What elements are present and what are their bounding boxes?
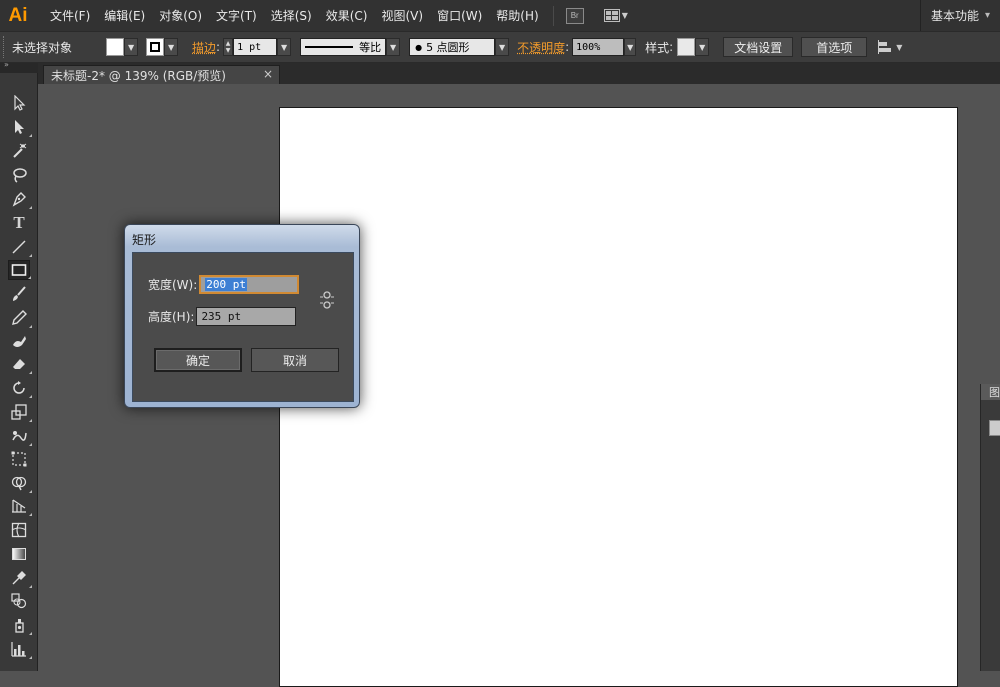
chevron-down-icon: ▼ [621,11,628,20]
blend-tool-icon[interactable] [8,591,30,611]
stroke-profile-value: 等比 [359,41,382,54]
brush-select[interactable]: ● 5 点圆形 [409,38,496,56]
mesh-tool-icon[interactable] [8,520,30,540]
warp-tool-icon[interactable] [8,426,32,446]
menu-file[interactable]: 文件(F) [50,7,90,24]
stroke-swatch[interactable] [146,38,165,56]
scale-tool-icon[interactable] [8,402,32,422]
paintbrush-tool-icon[interactable] [8,284,30,304]
chevron-down-icon: ▼ [896,42,903,52]
stroke-line-preview [305,46,354,48]
style-colon: : [669,40,674,54]
free-transform-tool-icon[interactable] [8,449,30,469]
constrain-proportions-link-icon[interactable] [319,291,335,309]
stroke-weight-input[interactable]: 1 pt [233,38,278,56]
lasso-tool-icon[interactable] [8,165,30,185]
magic-wand-tool-icon[interactable] [8,141,30,161]
menu-type[interactable]: 文字(T) [216,7,257,24]
opacity-colon: : [565,40,570,54]
width-input[interactable]: 200 pt [199,275,300,294]
document-tab-bar: 未标题-2* @ 139% (RGB/预览) × [38,63,1000,84]
bridge-button[interactable]: Br [565,7,584,24]
chevron-down-icon[interactable]: ▼ [124,38,139,56]
selection-status: 未选择对象 [12,40,73,55]
menu-select[interactable]: 选择(S) [271,7,312,24]
perspective-grid-tool-icon[interactable] [8,496,32,516]
width-label: 宽度(W): [148,278,198,292]
opacity-input[interactable]: 100% [572,38,625,56]
height-row: 高度(H): 235 pt [148,307,297,326]
type-tool-icon[interactable]: T [8,213,30,233]
eyedropper-tool-icon[interactable] [8,568,32,588]
shape-builder-tool-icon[interactable] [8,473,32,493]
document-tab[interactable]: 未标题-2* @ 139% (RGB/预览) × [43,65,280,84]
line-segment-tool-icon[interactable] [8,237,32,257]
workspace-switcher[interactable]: 基本功能 ▾ [919,0,1000,31]
rotate-tool-icon[interactable] [8,378,32,398]
grip-handle[interactable] [3,36,9,58]
chevron-down-icon[interactable]: ▼ [277,38,292,56]
brush-dot-icon: ● [415,42,423,52]
menu-object[interactable]: 对象(O) [159,7,202,24]
style-label: 样式 [645,40,670,55]
pen-tool-icon[interactable] [8,189,32,209]
pencil-tool-icon[interactable] [8,308,32,328]
close-icon[interactable]: × [263,67,273,81]
opacity-label[interactable]: 不透明度 [517,39,565,56]
artboard[interactable] [279,107,958,687]
width-row: 宽度(W): 200 pt [148,275,300,294]
menu-window[interactable]: 窗口(W) [437,7,482,24]
panel-tab-label[interactable]: 图 [981,384,1000,400]
control-bar: 未选择对象 ▼ ▼ 描边 : ▲ ▼ 1 pt ▼ 等比 ▼ ● 5 点圆形 ▼ 不… [0,31,1000,63]
stroke-profile-select[interactable]: 等比 [300,38,387,56]
toolbox-header[interactable]: » [0,60,38,73]
stroke-label[interactable]: 描边 [192,39,216,56]
chevron-down-icon[interactable]: ▼ [695,38,710,56]
layers-panel-collapsed[interactable]: 图 [980,384,1000,671]
menu-bar: Ai 文件(F) 编辑(E) 对象(O) 文字(T) 选择(S) 效果(C) 视… [0,0,1000,31]
brush-value: 5 点圆形 [426,41,470,54]
menu-divider [552,5,554,26]
rectangle-tool-icon[interactable] [8,260,31,280]
chevron-down-icon: ▾ [984,10,990,21]
preferences-button[interactable]: 首选项 [801,37,868,57]
eye-icon[interactable] [989,420,1000,436]
arrange-documents-button[interactable]: ▼ [603,9,628,22]
height-input[interactable]: 235 pt [196,307,297,326]
tools-panel: T [0,73,38,671]
stroke-colon: : [216,40,221,54]
dialog-title: 矩形 [132,233,157,247]
column-graph-tool-icon[interactable] [8,639,32,659]
symbol-sprayer-tool-icon[interactable] [8,615,32,635]
gradient-tool-icon[interactable] [8,544,30,564]
menu-effect[interactable]: 效果(C) [326,7,368,24]
document-tab-label: 未标题-2* @ 139% (RGB/预览) [51,68,226,83]
rectangle-dialog: 矩形 宽度(W): 200 pt 高度(H): 235 pt 确定 取消 [124,224,360,408]
panel-options-button[interactable]: ▼ [877,40,902,54]
chevron-down-icon[interactable]: ▼ [164,38,179,56]
document-setup-button[interactable]: 文档设置 [723,37,794,57]
arrange-grid-icon [603,9,620,22]
ok-button[interactable]: 确定 [154,348,242,372]
chevron-down-icon[interactable]: ▼ [386,38,401,56]
menu-view[interactable]: 视图(V) [381,7,423,24]
workspace-label: 基本功能 [930,9,979,23]
style-swatch[interactable] [677,38,696,56]
eraser-tool-icon[interactable] [8,354,32,374]
selection-tool-icon[interactable] [8,93,30,113]
stroke-weight-stepper[interactable]: ▲ ▼ [223,38,234,56]
fill-swatch[interactable] [106,38,125,56]
menu-edit[interactable]: 编辑(E) [104,7,145,24]
dialog-body: 宽度(W): 200 pt 高度(H): 235 pt 确定 取消 [132,252,354,402]
chevron-down-icon[interactable]: ▼ [495,38,510,56]
chevron-down-icon[interactable]: ▼ [624,38,637,56]
app-logo: Ai [8,4,28,26]
blob-brush-tool-icon[interactable] [8,331,30,351]
menu-help[interactable]: 帮助(H) [496,7,538,24]
direct-selection-tool-icon[interactable] [8,117,32,137]
cancel-button[interactable]: 取消 [251,348,339,372]
align-icon [878,40,892,54]
height-label: 高度(H): [148,310,195,324]
